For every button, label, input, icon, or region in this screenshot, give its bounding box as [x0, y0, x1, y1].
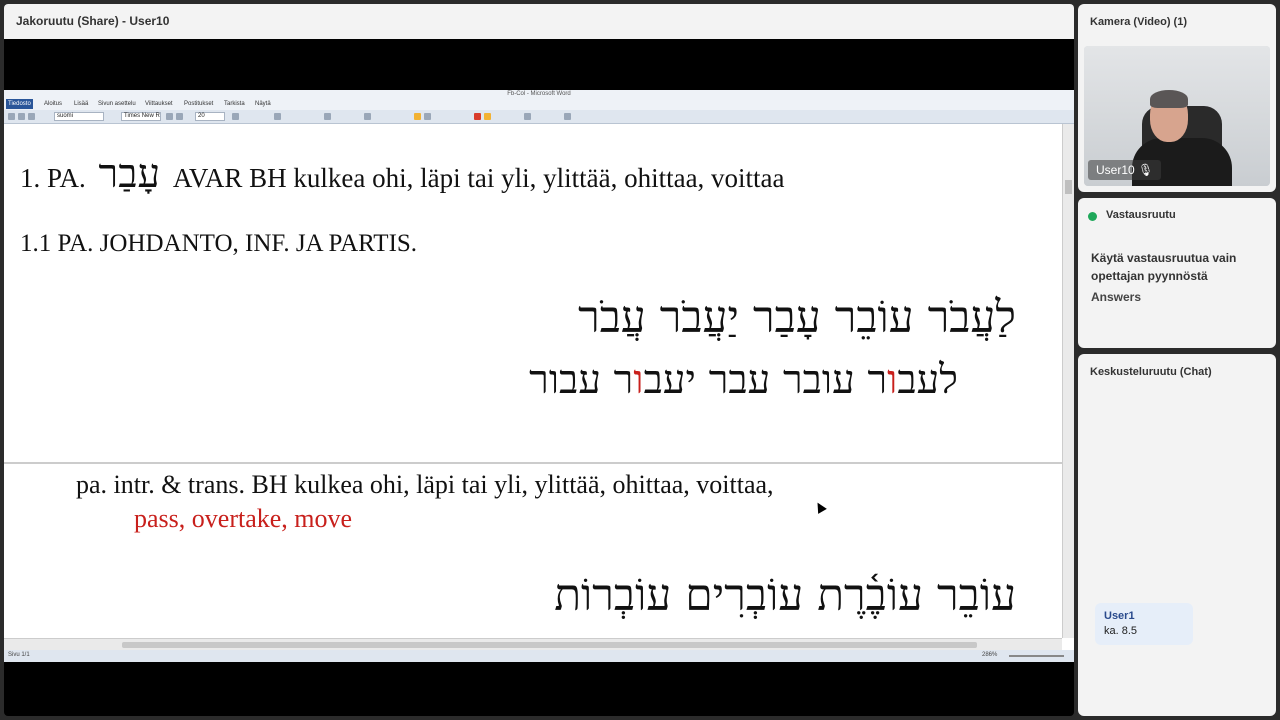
- share-title: Jakoruutu (Share) - User10: [16, 14, 170, 28]
- tab-references[interactable]: Viittaukset: [143, 99, 175, 109]
- undo-icon[interactable]: [18, 113, 25, 120]
- format-icon[interactable]: [564, 113, 571, 120]
- horizontal-scrollbar[interactable]: [4, 638, 1062, 650]
- tab-view[interactable]: Näytä: [253, 99, 273, 109]
- share-pane: Jakoruutu (Share) - User10 Fb-Col - Micr…: [4, 4, 1074, 716]
- document-page[interactable]: 1. PA. עָבַר AVAR BH kulkea ohi, läpi ta…: [4, 124, 1062, 638]
- heading-definition: AVAR BH kulkea ohi, läpi tai yli, ylittä…: [172, 163, 785, 193]
- chat-title: Keskusteluruutu (Chat): [1090, 366, 1212, 378]
- format-icon[interactable]: [364, 113, 371, 120]
- hebrew-part: ר עובר עבר יעב: [643, 357, 888, 403]
- participant-video[interactable]: User10 🎙: [1084, 46, 1270, 186]
- word-ribbon-tabs: Tiedosto Aloitus Lisää Sivun asettelu Vi…: [4, 98, 1074, 110]
- text-color-icon[interactable]: [474, 113, 481, 120]
- tab-review[interactable]: Tarkista: [222, 99, 247, 109]
- word-titlebar: Fb-Col - Microsoft Word: [4, 90, 1074, 98]
- chat-user: User1: [1104, 610, 1135, 622]
- word-toolbar: suomi Times New R 20: [4, 110, 1074, 124]
- answers-title: Vastausruutu: [1106, 209, 1176, 221]
- tab-file[interactable]: Tiedosto: [6, 99, 33, 109]
- heading-prefix: 1. PA.: [20, 163, 86, 193]
- mouse-cursor-icon: [813, 500, 827, 514]
- page-divider: [4, 462, 1062, 464]
- bold-icon[interactable]: [166, 113, 173, 120]
- camera-panel: Kamera (Video) (1) User10 🎙: [1078, 4, 1276, 192]
- hebrew-forms-plene: לעבור עובר עבר יעבור עבור: [529, 356, 958, 403]
- format-icon[interactable]: [324, 113, 331, 120]
- scroll-thumb[interactable]: [1065, 180, 1072, 194]
- hebrew-vav-highlight: ו: [633, 357, 644, 403]
- hebrew-forms-vocalized: לַעֲבֹר עוֹבֵר עָבַר יַעֲבֹר עֲבֹר: [578, 292, 1016, 343]
- tab-home[interactable]: Aloitus: [42, 99, 64, 109]
- align-left-icon[interactable]: [414, 113, 421, 120]
- hebrew-root: עָבַר: [98, 151, 161, 197]
- participant-name: User10: [1096, 163, 1135, 177]
- status-dot-icon: [1088, 212, 1097, 221]
- tab-page-layout[interactable]: Sivun asettelu: [96, 99, 138, 109]
- answers-label: Answers: [1091, 290, 1142, 304]
- share-header: Jakoruutu (Share) - User10: [4, 4, 1074, 39]
- participant-label: User10 🎙: [1088, 160, 1162, 180]
- word-statusbar: Sivu 1/1 286%: [4, 650, 1074, 662]
- hebrew-part: לעב: [897, 357, 958, 403]
- word-window: Fb-Col - Microsoft Word Tiedosto Aloitus…: [4, 90, 1074, 662]
- heading-line-1: 1. PA. עָבַר AVAR BH kulkea ohi, läpi ta…: [20, 150, 785, 197]
- hebrew-part: ר עבור: [529, 357, 634, 403]
- heading-line-2: 1.1 PA. JOHDANTO, INF. JA PARTIS.: [20, 230, 418, 257]
- gloss-finnish: pa. intr. & trans. BH kulkea ohi, läpi t…: [76, 470, 774, 499]
- scroll-thumb[interactable]: [122, 642, 977, 648]
- answers-instruction: Käytä vastausruutua vain opettajan pyynn…: [1091, 251, 1237, 283]
- zoom-level[interactable]: 286%: [982, 652, 997, 658]
- highlight-icon[interactable]: [484, 113, 491, 120]
- microphone-icon: 🎙: [1138, 163, 1154, 177]
- page-indicator: Sivu 1/1: [8, 652, 30, 658]
- format-icon[interactable]: [274, 113, 281, 120]
- zoom-slider[interactable]: [1009, 655, 1064, 657]
- redo-icon[interactable]: [28, 113, 35, 120]
- format-icon[interactable]: [232, 113, 239, 120]
- tab-insert[interactable]: Lisää: [72, 99, 90, 109]
- italic-icon[interactable]: [176, 113, 183, 120]
- align-center-icon[interactable]: [424, 113, 431, 120]
- font-size-select[interactable]: 20: [195, 112, 225, 121]
- hebrew-participles: עוֹבֵר עוֹבֶ֫רֶת עוֹבְרִים עוֹבְרוֹת: [554, 570, 1016, 621]
- chat-message: User1 ka. 8.5: [1095, 603, 1193, 645]
- tab-mailings[interactable]: Postitukset: [182, 99, 215, 109]
- vertical-scrollbar[interactable]: [1062, 124, 1074, 638]
- chat-text: ka. 8.5: [1104, 625, 1138, 637]
- gloss-english: pass, overtake, move: [134, 504, 353, 533]
- answers-panel: Vastausruutu Käytä vastausruutua vain op…: [1078, 198, 1276, 348]
- chat-panel: Keskusteluruutu (Chat) User1 ka. 8.5: [1078, 354, 1276, 716]
- camera-title: Kamera (Video) (1): [1090, 16, 1187, 28]
- format-icon[interactable]: [524, 113, 531, 120]
- language-select[interactable]: suomi: [54, 112, 104, 121]
- font-family-select[interactable]: Times New R: [121, 112, 161, 121]
- hebrew-vav-highlight: ו: [887, 357, 898, 403]
- save-icon[interactable]: [8, 113, 15, 120]
